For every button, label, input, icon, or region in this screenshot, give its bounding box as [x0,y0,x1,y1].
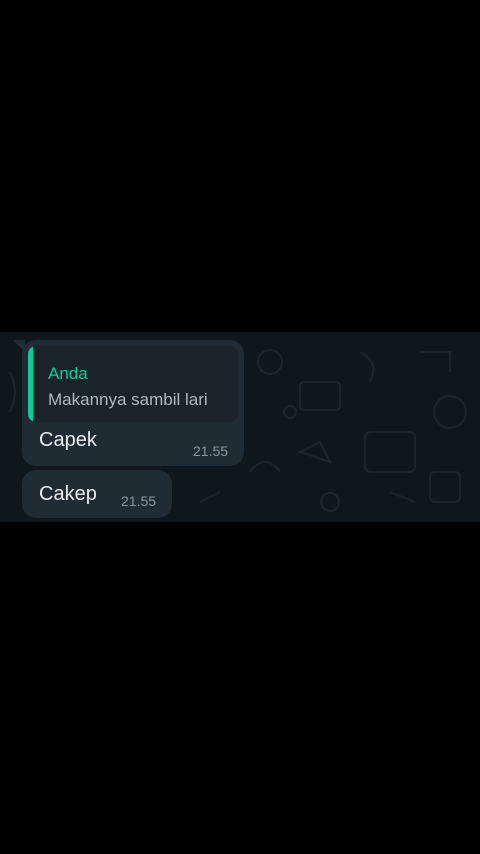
message-time: 21.55 [193,443,229,459]
message-bubble[interactable]: Cakep 21.55 [22,470,172,518]
chat-area[interactable]: Anda Makannya sambil lari Capek 21.55 Ca… [0,332,480,522]
quoted-message[interactable]: Anda Makannya sambil lari [28,346,238,422]
message-bubble[interactable]: Anda Makannya sambil lari Capek 21.55 [13,340,244,466]
bubble-tail [13,340,25,352]
quote-accent-bar [28,346,33,422]
screen: Anda Makannya sambil lari Capek 21.55 Ca… [0,0,480,854]
message-text: Cakep [39,483,97,505]
quote-author: Anda [48,364,88,383]
quote-text: Makannya sambil lari [48,390,208,409]
message-time: 21.55 [121,493,157,509]
message-text: Capek [39,429,97,451]
